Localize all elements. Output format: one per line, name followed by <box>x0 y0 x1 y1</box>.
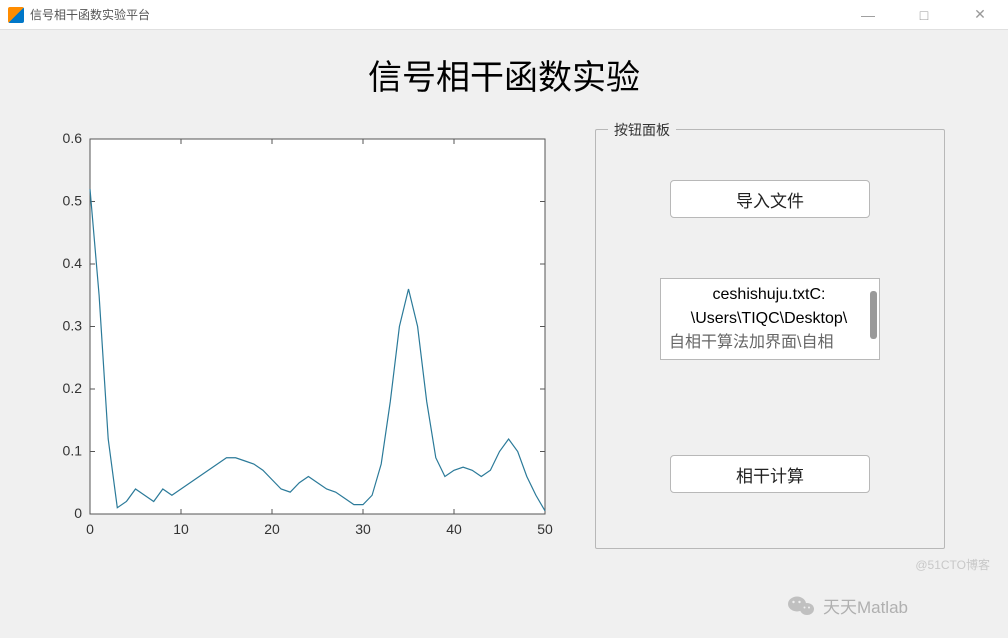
window-titlebar: 信号相干函数实验平台 — □ ✕ <box>0 0 1008 30</box>
svg-text:0.1: 0.1 <box>63 443 83 459</box>
file-text-line: ceshishuju.txtC: <box>669 283 869 307</box>
chart-svg: 0 0.1 0.2 0.3 0.4 0.5 0.6 0 10 20 30 40 50 <box>35 129 555 549</box>
svg-text:0.6: 0.6 <box>63 130 83 146</box>
minimize-button[interactable]: — <box>848 1 888 29</box>
scrollbar-thumb[interactable] <box>870 291 877 339</box>
wechat-icon <box>787 594 815 618</box>
svg-text:30: 30 <box>355 521 371 537</box>
compute-button[interactable]: 相干计算 <box>670 455 870 493</box>
svg-text:40: 40 <box>446 521 462 537</box>
svg-text:0.2: 0.2 <box>63 380 83 396</box>
page-title: 信号相干函数实验 <box>35 50 973 99</box>
file-text-line: 自相干算法加界面\自相 <box>669 331 869 355</box>
import-file-button[interactable]: 导入文件 <box>670 180 870 218</box>
watermark-blog: @51CTO博客 <box>915 556 990 573</box>
svg-text:0.5: 0.5 <box>63 193 83 209</box>
watermark-wechat: 天天Matlab <box>787 593 908 618</box>
close-button[interactable]: ✕ <box>960 1 1000 29</box>
window-title: 信号相干函数实验平台 <box>30 6 848 23</box>
panel-legend: 按钮面板 <box>608 120 676 140</box>
maximize-button[interactable]: □ <box>904 1 944 29</box>
body-row: 0 0.1 0.2 0.3 0.4 0.5 0.6 0 10 20 30 40 50 按钮面板 导入文件… <box>35 129 973 549</box>
chart-axes: 0 0.1 0.2 0.3 0.4 0.5 0.6 0 10 20 30 40 50 <box>35 129 555 549</box>
button-panel: 按钮面板 导入文件 ceshishuju.txtC: \Users\TIQC\D… <box>595 129 945 549</box>
file-text-line: \Users\TIQC\Desktop\ <box>669 307 869 331</box>
file-path-display[interactable]: ceshishuju.txtC: \Users\TIQC\Desktop\ 自相… <box>660 278 880 360</box>
window-controls: — □ ✕ <box>848 1 1000 29</box>
svg-text:50: 50 <box>537 521 553 537</box>
svg-text:0: 0 <box>74 505 82 521</box>
watermark-wechat-text: 天天Matlab <box>823 593 908 618</box>
svg-text:0.4: 0.4 <box>63 255 83 271</box>
svg-text:0.3: 0.3 <box>63 318 83 334</box>
svg-text:10: 10 <box>173 521 189 537</box>
matlab-app-icon <box>8 7 24 23</box>
main-content: 信号相干函数实验 0 0.1 0.2 0.3 0.4 0.5 0.6 0 10 20 30 40 50 … <box>0 30 1008 549</box>
svg-text:0: 0 <box>86 521 94 537</box>
svg-text:20: 20 <box>264 521 280 537</box>
